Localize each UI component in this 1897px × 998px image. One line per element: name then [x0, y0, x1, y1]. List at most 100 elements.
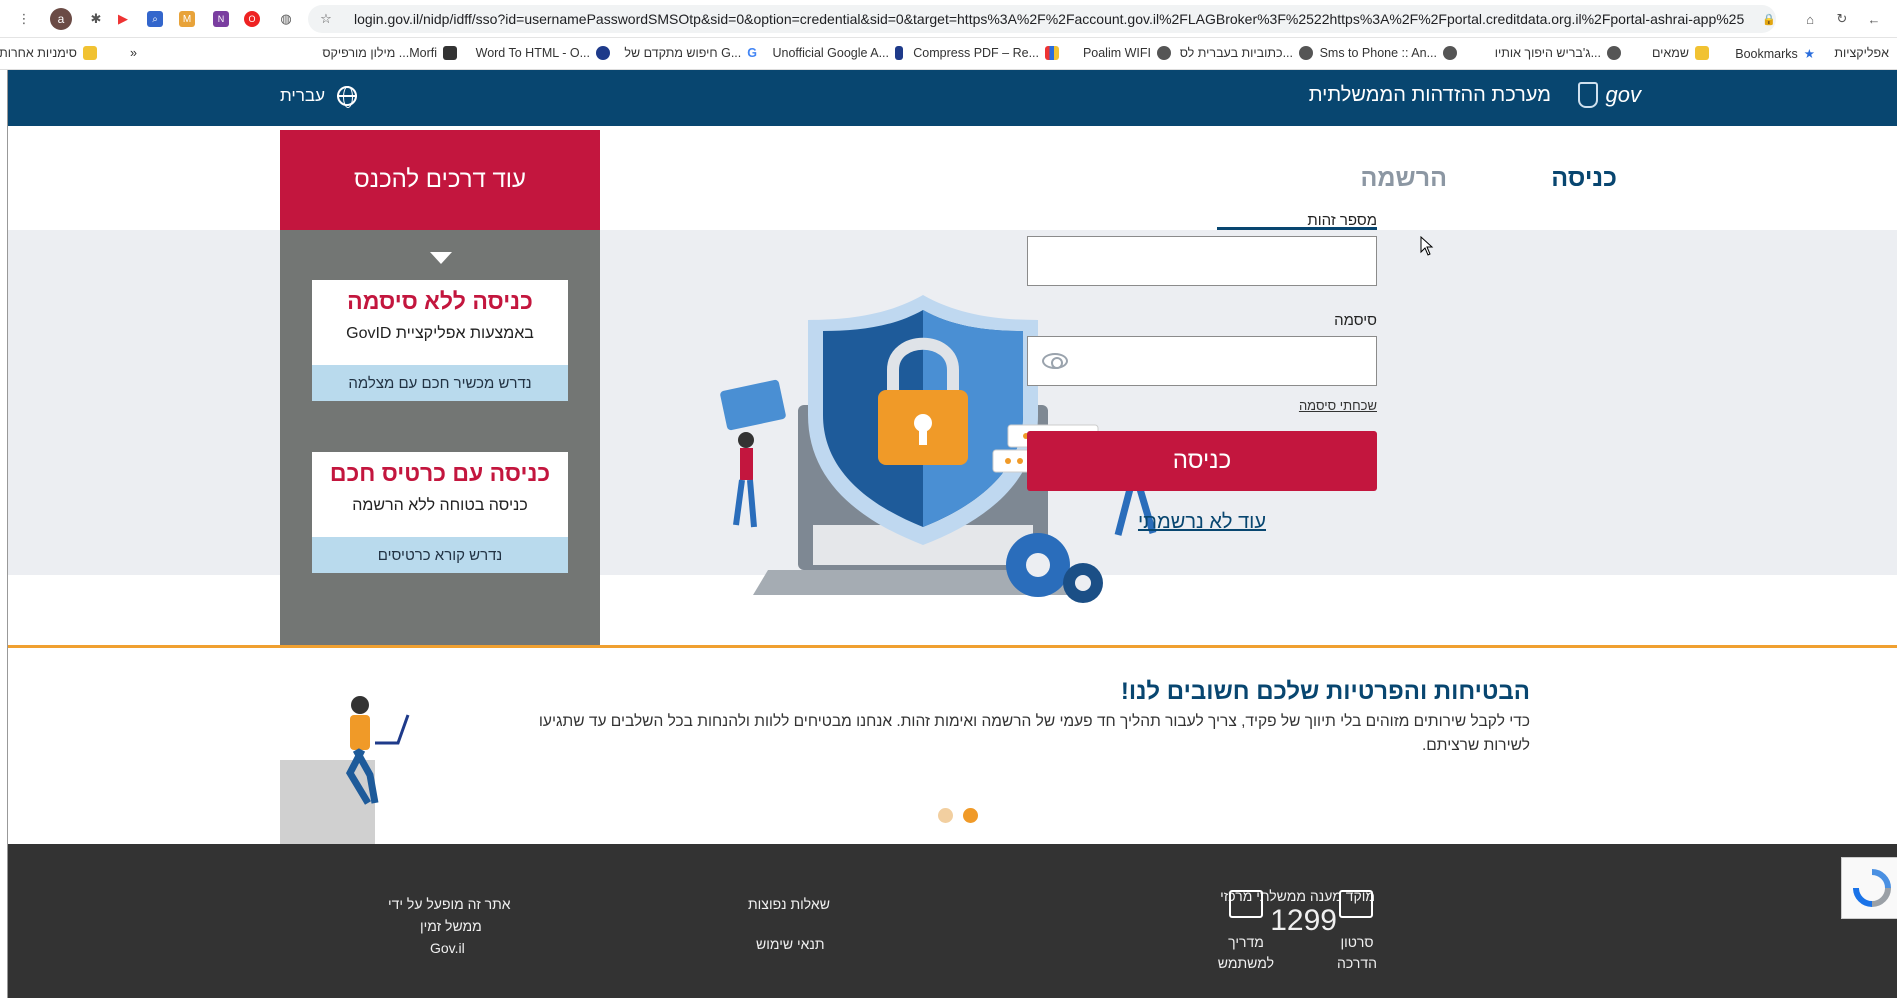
- bookmark-star-icon[interactable]: ☆: [316, 9, 336, 29]
- bookmark-label: Sms to Phone :: An...: [1319, 46, 1437, 60]
- extensions-icon[interactable]: ✱: [86, 9, 106, 29]
- id-label: מספר זהות: [1307, 212, 1377, 229]
- window-edge: [0, 70, 8, 998]
- recaptcha-icon: [1853, 869, 1891, 907]
- gear-hole: [1026, 553, 1050, 577]
- faq-link[interactable]: שאלות נפוצות: [748, 894, 830, 915]
- bookmark-label: אפליקציות: [1834, 46, 1889, 60]
- small-gear-hole: [1075, 575, 1091, 591]
- carousel-dots: [938, 808, 978, 823]
- operated-by-2: ממשל זמין: [420, 918, 482, 934]
- card-footer: נדרש קורא כרטיסים: [312, 537, 568, 573]
- search-extension-icon[interactable]: ⌕: [147, 11, 163, 27]
- star-icon: ★: [1803, 47, 1815, 61]
- person-left: [733, 432, 757, 528]
- card-subtitle: באמצעות אפליקציית GovID: [346, 325, 534, 342]
- block-shape: [280, 760, 375, 850]
- bookmark-morfix[interactable]: מילון מורפיקס ...Morfi: [322, 46, 457, 60]
- bookmark-word-to-html[interactable]: Word To HTML - O...: [476, 46, 610, 60]
- password-label: סיסמה: [1334, 312, 1377, 329]
- bookmark-label: »: [130, 46, 137, 60]
- bookmark-folder-shamaim[interactable]: שמאים: [1652, 46, 1709, 60]
- gov-logo[interactable]: gov: [1577, 82, 1641, 108]
- incognito-extension-icon[interactable]: ◍: [276, 9, 296, 29]
- carousel-dot-2[interactable]: [963, 808, 978, 823]
- bookmark-label: Unofficial Google A...: [772, 46, 889, 60]
- morfix-icon: [443, 46, 457, 60]
- bookmark-label: כתוביות בעברית לס...: [1179, 46, 1293, 60]
- youtube-extension-icon[interactable]: ▶: [113, 9, 133, 29]
- user-guide-icon[interactable]: [1229, 890, 1263, 918]
- tab-register[interactable]: הרשמה: [1361, 164, 1447, 193]
- keyhole-slot: [919, 425, 927, 445]
- bookmark-label: סימניות אחרות: [0, 46, 77, 60]
- bookmark-poalim-wifi[interactable]: Poalim WIFI: [1083, 46, 1171, 60]
- video-icon[interactable]: [1339, 890, 1373, 918]
- bookmark-gibberish[interactable]: ג'בריש היפוך אותיו...: [1495, 46, 1621, 60]
- bookmark-bookmarks[interactable]: Bookmarks ★: [1735, 46, 1815, 62]
- bookmark-label: Poalim WIFI: [1082, 46, 1151, 60]
- bookmark-label: שמאים: [1651, 46, 1689, 60]
- site-header: מערכת ההזדהות הממשלתית gov עברית: [8, 70, 1897, 126]
- section-divider: [8, 645, 1897, 648]
- bookmark-label: Word To HTML - O...: [475, 46, 590, 60]
- login-button[interactable]: כניסה: [1027, 431, 1377, 491]
- lock-icon[interactable]: 🔒: [1759, 9, 1779, 29]
- opera-extension-icon[interactable]: O: [244, 11, 260, 27]
- other-ways-heading: עוד דרכים להכנס: [280, 130, 600, 230]
- operated-by-3[interactable]: Gov.il: [430, 938, 465, 959]
- profile-avatar[interactable]: a: [50, 8, 72, 30]
- folder-icon: [83, 46, 97, 60]
- carousel-dot-1[interactable]: [938, 808, 953, 823]
- show-password-eye-icon[interactable]: [1042, 353, 1068, 369]
- bookmark-label: Compress PDF – Re...: [913, 46, 1039, 60]
- globe-icon: [336, 86, 357, 108]
- not-registered-link[interactable]: עוד לא נרשמתי: [1027, 511, 1377, 534]
- onenote-extension-icon[interactable]: N: [213, 11, 229, 27]
- back-arrow-icon[interactable]: ←: [1864, 9, 1884, 29]
- bookmark-unofficial-google[interactable]: Unofficial Google A...: [772, 46, 903, 60]
- wifi-icon: [1157, 46, 1171, 60]
- bookmark-other[interactable]: סימניות אחרות: [0, 46, 97, 60]
- bookmark-sms[interactable]: Sms to Phone :: An...: [1320, 46, 1457, 60]
- hotline-number[interactable]: 1299: [1270, 906, 1337, 936]
- bookmark-google-advanced[interactable]: חיפוש מתקדם של G... G: [624, 46, 757, 60]
- bookmark-icon: [895, 46, 903, 60]
- login-form: מספר זהות סיסמה שכחתי סיסמה כניסה עוד לא…: [1027, 212, 1377, 534]
- folder-icon: [1695, 46, 1709, 60]
- tab-login[interactable]: כניסה: [1551, 164, 1617, 193]
- gov-logo-text: gov: [1605, 82, 1641, 107]
- language-selector[interactable]: עברית: [280, 86, 357, 108]
- forgot-password-link[interactable]: שכחתי סיסמה: [1027, 398, 1377, 413]
- arrow-down-icon: [430, 252, 452, 264]
- menu-kebab-icon[interactable]: ⋮: [14, 9, 34, 29]
- card-passwordless-login[interactable]: כניסה ללא סיסמה באמצעות אפליקציית GovID …: [312, 280, 568, 401]
- info-title: הבטיחות והפרטיות שלכם חשובים לנו!: [1120, 678, 1530, 705]
- bookmark-label: Bookmarks: [1735, 46, 1798, 61]
- card-footer: נדרש מכשיר חכם עם מצלמה: [312, 365, 568, 401]
- card-title: כניסה עם כרטיס חכם: [329, 460, 551, 486]
- url-text[interactable]: login.gov.il/nidp/idff/sso?id=usernamePa…: [354, 11, 1744, 27]
- language-label: עברית: [280, 86, 325, 105]
- bookmark-compress-pdf[interactable]: Compress PDF – Re...: [913, 46, 1059, 60]
- recaptcha-badge[interactable]: [1841, 857, 1897, 919]
- bookmark-subtitles[interactable]: כתוביות בעברית לס...: [1180, 46, 1313, 60]
- bookmark-overflow[interactable]: »: [130, 46, 137, 60]
- globe-icon: [1443, 46, 1457, 60]
- home-icon[interactable]: ⌂: [1800, 9, 1820, 29]
- card-smartcard-login[interactable]: כניסה עם כרטיס חכם כניסה בטוחה ללא הרשמה…: [312, 452, 568, 573]
- page: מערכת ההזדהות הממשלתית gov עברית כניסה ה…: [8, 70, 1897, 998]
- credit-card-icon: [720, 379, 786, 431]
- reload-icon[interactable]: ↻: [1832, 9, 1852, 29]
- guide-label[interactable]: מדריך למשתמש: [1218, 932, 1274, 974]
- google-icon: G: [747, 46, 757, 60]
- video-label[interactable]: סרטון הדרכה: [1333, 932, 1381, 974]
- operated-by: אתר זה מופעל על ידי: [388, 896, 511, 912]
- password-input[interactable]: [1027, 336, 1377, 386]
- info-text: כדי לקבל שירותים מזוהים בלי תיווך של פקי…: [538, 713, 1530, 754]
- bookmark-apps[interactable]: אפליקציות: [1834, 46, 1889, 60]
- site-footer: מוקד מענה ממשלתי מרכזי 1299 סרטון הדרכה …: [8, 844, 1897, 998]
- m-extension-icon[interactable]: M: [179, 11, 195, 27]
- id-number-input[interactable]: [1027, 236, 1377, 286]
- terms-link[interactable]: תנאי שימוש: [756, 934, 825, 955]
